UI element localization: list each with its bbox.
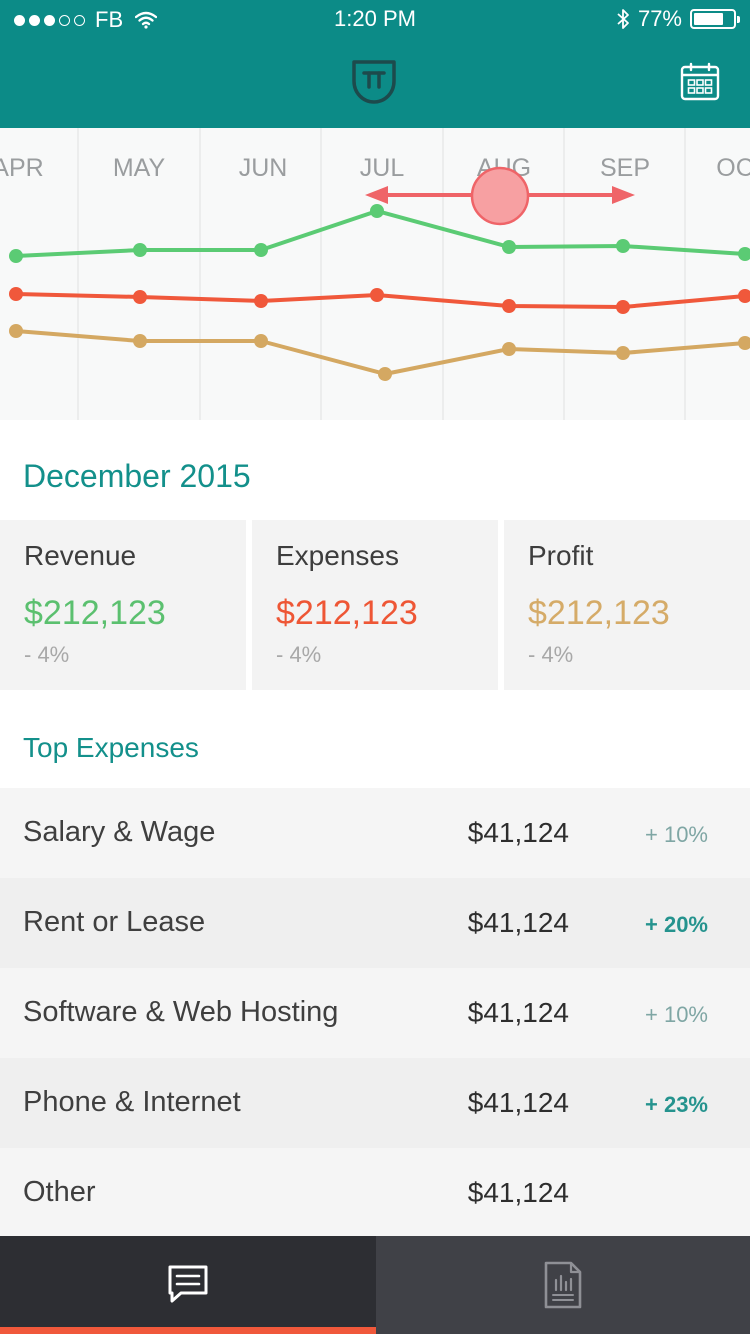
- card-value: $212,123: [24, 594, 166, 632]
- series-line: [15, 209, 746, 258]
- data-point: [9, 287, 23, 301]
- data-point: [254, 294, 268, 308]
- data-point: [9, 324, 23, 338]
- expense-amount: $41,124: [467, 1087, 569, 1118]
- card-change: - 4%: [276, 642, 322, 667]
- data-point: [370, 288, 384, 302]
- data-point: [616, 346, 630, 360]
- report-document-icon: [544, 1261, 582, 1309]
- active-tab-indicator: [0, 1327, 376, 1334]
- data-point: [502, 342, 516, 356]
- shield-logo-icon: [352, 60, 396, 104]
- tab-reports[interactable]: [376, 1236, 750, 1334]
- battery-icon: [690, 9, 740, 29]
- list-item[interactable]: Phone & Internet $41,124 + 23%: [0, 1058, 750, 1148]
- data-point: [133, 290, 147, 304]
- month-scrub-handle[interactable]: [470, 166, 530, 226]
- x-tick-label: JUL: [360, 154, 405, 182]
- app-header: FB 1:20 PM 77%: [0, 0, 750, 128]
- expenses-card[interactable]: Expenses $212,123 - 4%: [252, 520, 498, 690]
- data-point: [616, 239, 630, 253]
- x-tick-label: JUN: [239, 154, 288, 182]
- battery-fill: [694, 13, 723, 25]
- expense-change: + 10%: [645, 1002, 708, 1027]
- data-point: [133, 243, 147, 257]
- top-expenses-list: Salary & Wage $41,124 + 10% Rent or Leas…: [0, 788, 750, 1238]
- tab-overview[interactable]: [0, 1236, 376, 1334]
- expense-amount: $41,124: [467, 997, 569, 1028]
- expense-amount: $41,124: [467, 817, 569, 848]
- data-point: [502, 240, 516, 254]
- x-tick-label: SEP: [600, 154, 650, 182]
- list-item[interactable]: Rent or Lease $41,124 + 20%: [0, 878, 750, 968]
- expense-name: Phone & Internet: [23, 1086, 241, 1118]
- expense-name: Rent or Lease: [23, 906, 206, 938]
- expense-change: + 20%: [645, 912, 708, 937]
- expense-name: Other: [23, 1176, 96, 1208]
- expense-change: + 23%: [645, 1092, 708, 1117]
- chart-svg: APRMAYJUNJULAUGSEPOC: [0, 128, 750, 420]
- data-point: [616, 300, 630, 314]
- list-item[interactable]: Salary & Wage $41,124 + 10%: [0, 788, 750, 878]
- data-point: [254, 334, 268, 348]
- x-tick-label: APR: [0, 154, 44, 182]
- data-point: [133, 334, 147, 348]
- card-label: Profit: [528, 540, 594, 571]
- expense-amount: $41,124: [467, 1177, 569, 1208]
- status-right: 77%: [616, 6, 740, 32]
- period-title: December 2015: [23, 458, 251, 494]
- chat-bubble-icon: [168, 1265, 208, 1303]
- battery-percent: 77%: [637, 6, 682, 31]
- data-point: [254, 243, 268, 257]
- expense-change: + 10%: [645, 822, 708, 847]
- data-point: [370, 204, 384, 218]
- x-tick-label: OC: [716, 154, 750, 182]
- series-line: [15, 329, 746, 376]
- data-point: [9, 249, 23, 263]
- list-item[interactable]: Software & Web Hosting $41,124 + 10%: [0, 968, 750, 1058]
- data-point: [502, 299, 516, 313]
- bluetooth-icon: [617, 9, 629, 29]
- card-label: Expenses: [276, 540, 399, 571]
- data-point: [738, 289, 750, 303]
- card-change: - 4%: [24, 642, 70, 667]
- revenue-card[interactable]: Revenue $212,123 - 4%: [0, 520, 246, 690]
- monthly-line-chart[interactable]: APRMAYJUNJULAUGSEPOC: [0, 128, 750, 420]
- data-point: [738, 336, 750, 350]
- status-bar: FB 1:20 PM 77%: [0, 0, 750, 40]
- top-expenses-title: Top Expenses: [23, 732, 199, 763]
- card-value: $212,123: [276, 594, 418, 632]
- list-item[interactable]: Other $41,124: [0, 1148, 750, 1238]
- expense-name: Salary & Wage: [23, 816, 216, 848]
- profit-card[interactable]: Profit $212,123 - 4%: [504, 520, 750, 690]
- calendar-icon[interactable]: [680, 62, 720, 102]
- card-change: - 4%: [528, 642, 574, 667]
- expense-amount: $41,124: [467, 907, 569, 938]
- card-label: Revenue: [24, 540, 137, 571]
- card-value: $212,123: [528, 594, 670, 632]
- tab-bar: [0, 1236, 750, 1334]
- x-tick-label: MAY: [113, 154, 166, 182]
- data-point: [738, 247, 750, 261]
- expense-name: Software & Web Hosting: [23, 996, 339, 1028]
- data-point: [378, 367, 392, 381]
